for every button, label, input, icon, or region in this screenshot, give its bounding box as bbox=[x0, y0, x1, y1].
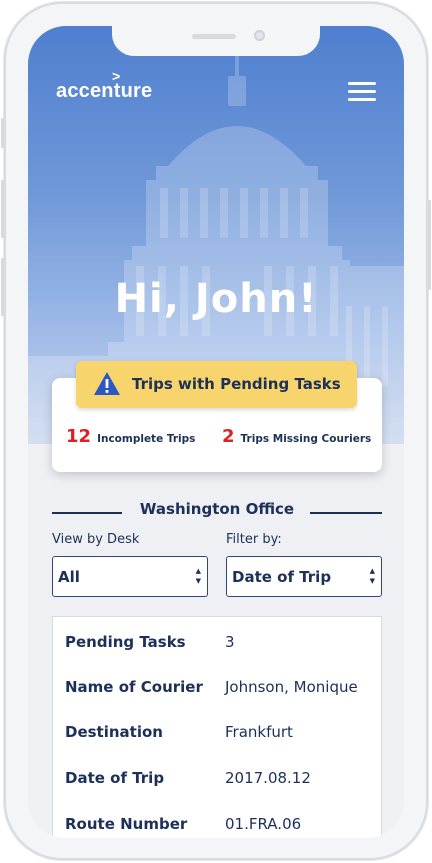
menu-bar bbox=[348, 90, 376, 93]
missing-couriers-count: 2 bbox=[222, 426, 235, 447]
detail-row-courier: Name of Courier Johnson, Monique bbox=[65, 678, 375, 702]
view-by-desk-label: View by Desk bbox=[52, 532, 140, 547]
trip-details-card[interactable]: Pending Tasks 3 Name of Courier Johnson,… bbox=[52, 616, 382, 838]
filter-by-label: Filter by: bbox=[226, 532, 282, 547]
logo-caret-mark: > bbox=[112, 68, 121, 84]
speaker-grille bbox=[192, 34, 236, 39]
menu-bar bbox=[348, 82, 376, 85]
divider-line bbox=[310, 512, 382, 514]
detail-key: Pending Tasks bbox=[65, 633, 186, 651]
incomplete-trips-label: Incomplete Trips bbox=[97, 433, 196, 445]
view-by-desk-select[interactable]: All ▲ ▼ bbox=[52, 556, 208, 597]
phone-notch bbox=[112, 26, 320, 56]
filter-by-value: Date of Trip bbox=[232, 568, 332, 586]
missing-couriers-label: Trips Missing Couriers bbox=[240, 433, 372, 445]
side-button bbox=[1, 258, 4, 316]
incomplete-trips-count: 12 bbox=[66, 426, 92, 447]
front-camera bbox=[254, 30, 265, 41]
detail-row-route: Route Number 01.FRA.06 bbox=[65, 815, 375, 838]
menu-bar bbox=[348, 98, 376, 101]
select-arrows-icon: ▲ ▼ bbox=[369, 567, 375, 585]
screen: > accenture Hi, John! Trips with Pending… bbox=[28, 26, 404, 838]
side-button bbox=[1, 180, 4, 238]
side-button bbox=[428, 200, 431, 290]
detail-row-destination: Destination Frankfurt bbox=[65, 723, 375, 747]
detail-key: Date of Trip bbox=[65, 769, 165, 787]
logo-text: accenture bbox=[56, 80, 153, 102]
missing-couriers-stat[interactable]: 2 Trips Missing Couriers bbox=[222, 426, 371, 447]
detail-value: Frankfurt bbox=[225, 723, 293, 741]
detail-key: Destination bbox=[65, 723, 163, 741]
accenture-logo[interactable]: > accenture bbox=[56, 68, 153, 103]
pending-tasks-label: Trips with Pending Tasks bbox=[132, 375, 341, 393]
side-button bbox=[1, 118, 4, 148]
detail-row-date: Date of Trip 2017.08.12 bbox=[65, 769, 375, 793]
view-by-desk-value: All bbox=[58, 568, 80, 586]
detail-value: 3 bbox=[225, 633, 235, 651]
filter-by-select[interactable]: Date of Trip ▲ ▼ bbox=[226, 556, 382, 597]
office-title: Washington Office bbox=[139, 500, 295, 518]
select-arrows-icon: ▲ ▼ bbox=[195, 567, 201, 585]
incomplete-trips-stat[interactable]: 12 Incomplete Trips bbox=[66, 426, 195, 447]
greeting-heading: Hi, John! bbox=[114, 276, 318, 322]
hamburger-menu-icon[interactable] bbox=[348, 82, 376, 102]
detail-key: Name of Courier bbox=[65, 678, 203, 696]
detail-value: 2017.08.12 bbox=[225, 769, 311, 787]
office-section-header: Washington Office bbox=[52, 500, 382, 520]
warning-icon bbox=[94, 372, 120, 395]
detail-value: Johnson, Monique bbox=[225, 678, 358, 696]
pending-tasks-button[interactable]: Trips with Pending Tasks bbox=[76, 361, 357, 408]
detail-value: 01.FRA.06 bbox=[225, 815, 302, 833]
detail-row-pending-tasks: Pending Tasks 3 bbox=[65, 633, 375, 657]
detail-key: Route Number bbox=[65, 815, 188, 833]
